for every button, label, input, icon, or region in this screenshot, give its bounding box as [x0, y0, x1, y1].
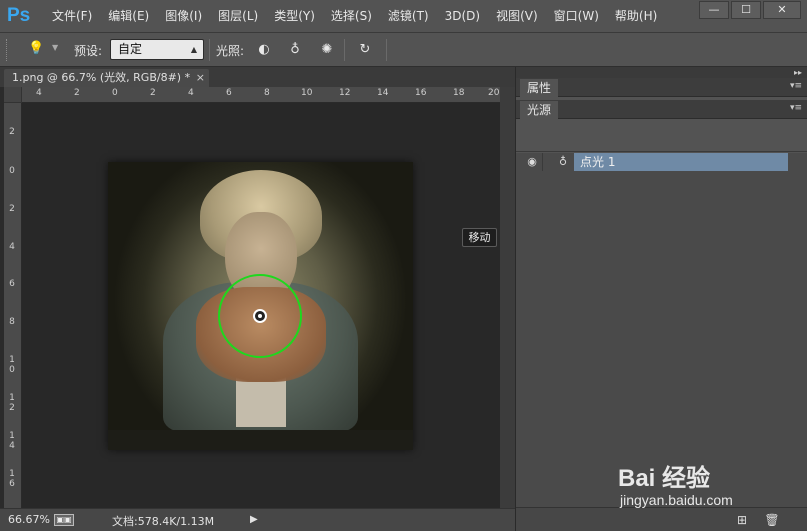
- menu-window[interactable]: 窗口(W): [546, 0, 607, 33]
- ruler-label: 12: [339, 88, 351, 98]
- ruler-label: 4: [188, 88, 194, 98]
- photoshop-logo: Ps: [7, 5, 31, 26]
- lightbulb-icon: 💡: [28, 41, 45, 56]
- menu-help[interactable]: 帮助(H): [607, 0, 665, 33]
- options-bar-grip[interactable]: [6, 39, 10, 61]
- chevron-down-icon: ▼: [52, 43, 59, 52]
- light-label: 光照:: [216, 44, 245, 58]
- document-tab-title: 1.png @ 66.7% (光效, RGB/8#) *: [12, 71, 191, 84]
- ruler-label: 8: [9, 317, 15, 327]
- menu-list: 文件(F) 编辑(E) 图像(I) 图层(L) 类型(Y) 选择(S) 滤镜(T…: [44, 0, 665, 33]
- status-bar: 66.67% ▣▣ 文档:578.4K/1.13M ▶: [0, 508, 515, 531]
- tab-properties[interactable]: 属性: [520, 79, 558, 97]
- ruler-label: 1 6: [9, 469, 15, 489]
- close-icon[interactable]: ×: [196, 69, 205, 87]
- menu-filter[interactable]: 滤镜(T): [380, 0, 437, 33]
- ruler-label: 1 4: [9, 431, 15, 451]
- panel-menu-icon[interactable]: ▾≡: [790, 103, 802, 113]
- ruler-label: 1 2: [9, 393, 15, 413]
- baidu-watermark: Bai 经验 jingyan.baidu.com: [618, 458, 798, 516]
- panel-menu-icon[interactable]: ▾≡: [790, 81, 802, 91]
- document-size-info: 文档:578.4K/1.13M: [112, 515, 215, 528]
- watermark-logo: Bai 经验: [618, 465, 711, 492]
- watermark-url: jingyan.baidu.com: [620, 492, 733, 508]
- lights-tab-row: 光源 ▾≡: [516, 100, 807, 119]
- menu-file[interactable]: 文件(F): [44, 0, 100, 33]
- move-tooltip: 移动: [462, 228, 497, 247]
- options-bar: 💡 ▼ 预设: 自定 ▲ 光照: ◐ ♁ ✺ ↻: [0, 33, 807, 67]
- ruler-label: 20: [488, 88, 500, 98]
- restore-button[interactable]: ☐: [731, 1, 761, 19]
- ruler-label: 14: [377, 88, 389, 98]
- updown-arrows-icon: ▲: [190, 45, 197, 54]
- minimize-button[interactable]: —: [699, 1, 729, 19]
- row-divider: [542, 153, 543, 171]
- tool-preset-picker[interactable]: 💡 ▼: [20, 40, 64, 60]
- menu-view[interactable]: 视图(V): [488, 0, 546, 33]
- menu-3d[interactable]: 3D(D): [437, 0, 488, 33]
- menu-image[interactable]: 图像(I): [157, 0, 210, 33]
- close-button[interactable]: ✕: [763, 1, 801, 19]
- ruler-label: 2: [150, 88, 156, 98]
- photo-table: [108, 430, 413, 450]
- ruler-label: 2: [9, 204, 15, 214]
- vertical-ruler[interactable]: 2 0 2 4 6 8 1 0 1 2 1 4 1 6: [4, 103, 22, 508]
- ruler-label: 4: [36, 88, 42, 98]
- preset-select[interactable]: 自定 ▲: [110, 39, 204, 60]
- lights-list: ◉ ♁ 点光 1: [516, 153, 807, 507]
- menu-type[interactable]: 类型(Y): [266, 0, 323, 33]
- ruler-label: 1 0: [9, 355, 15, 375]
- preset-label: 预设:: [74, 44, 103, 58]
- collapse-panels-icon[interactable]: ▸▸: [516, 67, 807, 78]
- menu-edit[interactable]: 编辑(E): [100, 0, 157, 33]
- spotlight-icon[interactable]: ◐: [255, 41, 273, 59]
- lights-header: [516, 119, 807, 152]
- infinite-light-icon[interactable]: ✺: [318, 41, 336, 59]
- properties-tab-row: 属性 ▾≡: [516, 78, 807, 97]
- window-controls: — ☐ ✕: [699, 1, 801, 19]
- ruler-label: 10: [301, 88, 313, 98]
- reset-light-icon[interactable]: ↻: [356, 41, 374, 59]
- ruler-label: 18: [453, 88, 465, 98]
- document-tab-bar: 1.png @ 66.7% (光效, RGB/8#) * ×: [0, 67, 515, 87]
- gpu-status-icon[interactable]: ▣▣: [54, 514, 74, 526]
- ruler-label: 6: [226, 88, 232, 98]
- status-menu-arrow-icon[interactable]: ▶: [250, 514, 258, 525]
- document-tab[interactable]: 1.png @ 66.7% (光效, RGB/8#) * ×: [4, 69, 209, 87]
- horizontal-ruler[interactable]: 4 2 0 2 4 6 8 10 12 14 16 18 20: [22, 87, 500, 103]
- ruler-label: 6: [9, 279, 15, 289]
- ruler-origin[interactable]: [4, 87, 22, 103]
- eye-icon[interactable]: ◉: [523, 155, 541, 169]
- ruler-label: 4: [9, 242, 15, 252]
- preset-select-value: 自定: [118, 42, 143, 56]
- list-item[interactable]: ◉ ♁ 点光 1: [518, 153, 788, 171]
- ruler-label: 16: [415, 88, 427, 98]
- ruler-label: 2: [74, 88, 80, 98]
- separator: [386, 39, 387, 61]
- zoom-level-field[interactable]: 66.67%: [8, 513, 50, 526]
- tab-lights[interactable]: 光源: [520, 101, 558, 119]
- light-position-handle[interactable]: [253, 309, 267, 323]
- vertical-scrollbar[interactable]: [500, 87, 515, 508]
- ruler-label: 0: [112, 88, 118, 98]
- separator: [209, 39, 210, 61]
- separator: [344, 39, 345, 61]
- ruler-label: 0: [9, 166, 15, 176]
- point-light-icon[interactable]: ♁: [286, 41, 304, 59]
- lightbulb-icon: ♁: [558, 155, 568, 168]
- ruler-label: 8: [264, 88, 270, 98]
- menu-layer[interactable]: 图层(L): [210, 0, 266, 33]
- menu-select[interactable]: 选择(S): [323, 0, 380, 33]
- menu-bar: Ps 文件(F) 编辑(E) 图像(I) 图层(L) 类型(Y) 选择(S) 滤…: [0, 0, 807, 33]
- ruler-label: 2: [9, 127, 15, 137]
- light-item-label[interactable]: 点光 1: [574, 153, 788, 171]
